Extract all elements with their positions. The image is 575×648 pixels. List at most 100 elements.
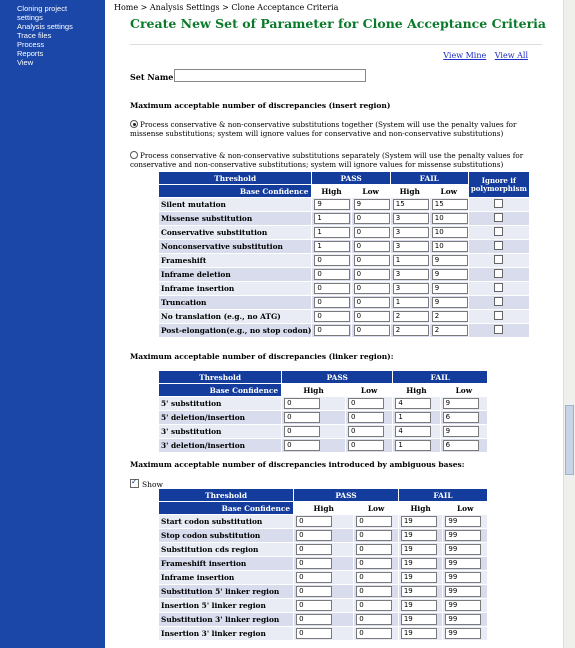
fail-low-input[interactable]: 9	[442, 398, 479, 409]
fail-high-input[interactable]: 15	[392, 199, 429, 210]
pass-high-input[interactable]: 0	[314, 311, 351, 322]
fail-high-input[interactable]: 19	[400, 558, 437, 569]
pass-high-input[interactable]: 0	[296, 628, 333, 639]
view-all-link[interactable]: View All	[495, 51, 528, 60]
pass-high-input[interactable]: 0	[296, 558, 333, 569]
fail-low-input[interactable]: 9	[431, 255, 468, 266]
fail-high-input[interactable]: 1	[395, 440, 432, 451]
radio-together[interactable]	[130, 120, 138, 128]
pass-low-input[interactable]: 0	[356, 628, 393, 639]
pass-low-input[interactable]: 0	[356, 544, 393, 555]
fail-high-input[interactable]: 19	[400, 572, 437, 583]
view-mine-link[interactable]: View Mine	[443, 51, 486, 60]
vertical-scrollbar[interactable]	[563, 0, 575, 648]
pass-low-input[interactable]: 0	[347, 440, 384, 451]
fail-low-input[interactable]: 99	[445, 586, 482, 597]
fail-low-input[interactable]: 15	[431, 199, 468, 210]
sidebar-item-analysis-settings[interactable]: Analysis settings	[0, 22, 105, 31]
ignore-polymorphism-checkbox[interactable]	[494, 269, 504, 278]
pass-low-input[interactable]: 0	[347, 412, 384, 423]
set-name-input[interactable]	[174, 69, 366, 82]
pass-high-input[interactable]: 1	[314, 241, 351, 252]
pass-low-input[interactable]: 0	[356, 516, 393, 527]
fail-low-input[interactable]: 10	[431, 227, 468, 238]
fail-low-input[interactable]: 99	[445, 600, 482, 611]
pass-high-input[interactable]: 0	[314, 283, 351, 294]
pass-low-input[interactable]: 0	[356, 586, 393, 597]
sidebar-item-process[interactable]: Process	[0, 40, 105, 49]
sidebar-item-cloning-project-settings[interactable]: Cloning project	[0, 0, 105, 13]
pass-low-input[interactable]: 0	[347, 426, 384, 437]
pass-high-input[interactable]: 0	[296, 516, 333, 527]
fail-low-input[interactable]: 2	[431, 325, 468, 336]
fail-high-input[interactable]: 2	[392, 311, 429, 322]
pass-high-input[interactable]: 0	[314, 297, 351, 308]
fail-low-input[interactable]: 99	[445, 628, 482, 639]
pass-high-input[interactable]: 0	[284, 440, 321, 451]
fail-high-input[interactable]: 3	[392, 213, 429, 224]
fail-low-input[interactable]: 99	[445, 544, 482, 555]
fail-high-input[interactable]: 4	[395, 426, 432, 437]
fail-low-input[interactable]: 6	[442, 440, 479, 451]
radio-separately[interactable]	[130, 151, 138, 159]
ignore-polymorphism-checkbox[interactable]	[494, 325, 504, 334]
pass-high-input[interactable]: 0	[296, 544, 333, 555]
fail-high-input[interactable]: 19	[400, 628, 437, 639]
sidebar-item-cloning-project-settings-cont[interactable]: settings	[0, 13, 105, 22]
pass-high-input[interactable]: 0	[314, 325, 351, 336]
fail-high-input[interactable]: 1	[392, 255, 429, 266]
pass-low-input[interactable]: 0	[356, 600, 393, 611]
fail-high-input[interactable]: 19	[400, 586, 437, 597]
ignore-polymorphism-checkbox[interactable]	[494, 255, 504, 264]
option-separately[interactable]: Process conservative & non-conservative …	[130, 151, 530, 169]
fail-high-input[interactable]: 19	[400, 600, 437, 611]
pass-low-input[interactable]: 0	[356, 572, 393, 583]
pass-low-input[interactable]: 0	[347, 398, 384, 409]
show-checkbox[interactable]	[130, 477, 139, 488]
pass-low-input[interactable]: 0	[353, 227, 390, 238]
option-together[interactable]: Process conservative & non-conservative …	[130, 120, 530, 138]
pass-high-input[interactable]: 1	[314, 213, 351, 224]
fail-high-input[interactable]: 3	[392, 241, 429, 252]
pass-low-input[interactable]: 0	[353, 297, 390, 308]
fail-high-input[interactable]: 2	[392, 325, 429, 336]
fail-low-input[interactable]: 9	[431, 297, 468, 308]
pass-high-input[interactable]: 0	[314, 269, 351, 280]
fail-low-input[interactable]: 99	[445, 558, 482, 569]
ignore-polymorphism-checkbox[interactable]	[494, 311, 504, 320]
fail-high-input[interactable]: 19	[400, 544, 437, 555]
sidebar-item-reports[interactable]: Reports	[0, 49, 105, 58]
scrollbar-thumb[interactable]	[565, 405, 574, 475]
fail-low-input[interactable]: 99	[445, 572, 482, 583]
fail-low-input[interactable]: 10	[431, 241, 468, 252]
fail-low-input[interactable]: 99	[445, 516, 482, 527]
pass-high-input[interactable]: 0	[296, 572, 333, 583]
fail-high-input[interactable]: 19	[400, 614, 437, 625]
pass-low-input[interactable]: 0	[356, 558, 393, 569]
fail-high-input[interactable]: 1	[395, 412, 432, 423]
pass-high-input[interactable]: 9	[314, 199, 351, 210]
sidebar-item-trace-files[interactable]: Trace files	[0, 31, 105, 40]
pass-low-input[interactable]: 0	[353, 311, 390, 322]
fail-low-input[interactable]: 99	[445, 530, 482, 541]
fail-low-input[interactable]: 6	[442, 412, 479, 423]
pass-low-input[interactable]: 0	[353, 255, 390, 266]
ignore-polymorphism-checkbox[interactable]	[494, 241, 504, 250]
fail-high-input[interactable]: 3	[392, 227, 429, 238]
fail-high-input[interactable]: 1	[392, 297, 429, 308]
fail-low-input[interactable]: 9	[431, 283, 468, 294]
fail-low-input[interactable]: 9	[431, 269, 468, 280]
fail-high-input[interactable]: 4	[395, 398, 432, 409]
pass-low-input[interactable]: 0	[353, 269, 390, 280]
fail-low-input[interactable]: 9	[442, 426, 479, 437]
ignore-polymorphism-checkbox[interactable]	[494, 283, 504, 292]
fail-high-input[interactable]: 3	[392, 283, 429, 294]
pass-high-input[interactable]: 0	[296, 614, 333, 625]
fail-high-input[interactable]: 19	[400, 516, 437, 527]
fail-high-input[interactable]: 3	[392, 269, 429, 280]
pass-high-input[interactable]: 0	[296, 586, 333, 597]
fail-low-input[interactable]: 99	[445, 614, 482, 625]
pass-low-input[interactable]: 0	[353, 213, 390, 224]
pass-high-input[interactable]: 0	[284, 426, 321, 437]
fail-low-input[interactable]: 10	[431, 213, 468, 224]
